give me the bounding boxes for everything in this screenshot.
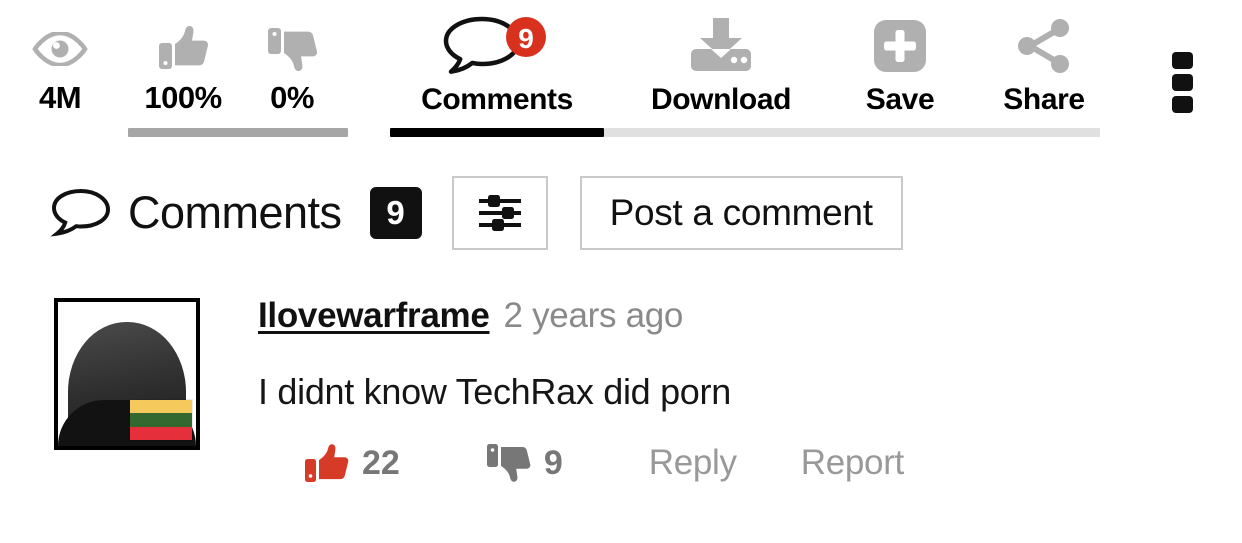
report-link[interactable]: Report [801,443,905,483]
tab-share-label: Share [1003,83,1085,116]
page-title: Comments [128,187,342,238]
views-count: 4M [38,80,82,115]
comments-count-badge: 9 [369,187,422,239]
like-ratio-stat: 100% [131,18,235,116]
tab-share[interactable]: Share [978,10,1110,118]
post-a-comment-button[interactable]: Post a comment [579,176,903,250]
like-ratio-bar [128,128,348,137]
comment-downvote-count: 9 [543,443,563,482]
comment-filter-button[interactable] [451,176,548,250]
tab-comments-label: Comments [421,83,573,116]
comment-bubble-icon [50,187,112,239]
comment-body: Ilovewarframe 2 years ago I didnt know T… [258,296,1190,484]
comment-upvote-button[interactable]: 22 [304,442,400,484]
kebab-dot [1172,52,1193,69]
comment-downvote-button[interactable]: 9 [486,442,563,484]
eye-icon [14,18,106,80]
comment-bubble-icon: 9 [390,10,604,82]
comment-author-link[interactable]: Ilovewarframe [258,296,490,336]
tab-comments[interactable]: 9 Comments [390,10,604,118]
inactive-tab-underline [604,128,1100,137]
download-icon [622,10,820,82]
tab-download-label: Download [650,83,792,116]
comment-item: Ilovewarframe 2 years ago I didnt know T… [50,296,1190,484]
like-percentage: 100% [144,80,222,115]
comment-text: I didnt know TechRax did porn [258,371,731,412]
flag-stripe-red [130,426,192,440]
tab-save-label: Save [865,83,935,116]
plus-square-icon [836,10,964,82]
avatar[interactable] [54,298,200,450]
thumbs-down-icon [240,18,344,80]
comment-upvote-count: 22 [362,443,400,482]
tab-download[interactable]: Download [622,10,820,118]
thumbs-up-icon [304,442,350,484]
more-options-icon[interactable] [1172,52,1194,113]
comment-actions: 22 9 Reply Report [304,442,1190,484]
active-tab-underline [390,128,604,137]
stats-and-tabs-bar: 4M 100% 0% 9 Comments Download Save Shar… [0,0,1242,150]
thumbs-down-icon [486,442,532,484]
comments-header: Comments 9 Post a comment [50,176,903,250]
flag-stripe-green [130,413,192,427]
flag-stripe-yellow [130,400,192,414]
lithuania-flag-icon [130,400,192,440]
tab-save[interactable]: Save [836,10,964,118]
kebab-dot [1172,96,1193,113]
thumbs-up-icon [131,18,235,80]
sliders-filter-icon [477,193,523,233]
reply-link[interactable]: Reply [649,443,737,483]
dislike-ratio-stat: 0% [240,18,344,116]
comment-timestamp: 2 years ago [503,296,684,335]
comments-badge-count: 9 [518,23,534,54]
comment-meta: Ilovewarframe 2 years ago [258,296,1190,342]
share-icon [978,10,1110,82]
kebab-dot [1172,74,1193,91]
views-stat: 4M [14,18,106,116]
dislike-percentage: 0% [270,80,314,115]
comments-panel: 4M 100% 0% 9 Comments Download Save Shar… [0,0,1242,543]
